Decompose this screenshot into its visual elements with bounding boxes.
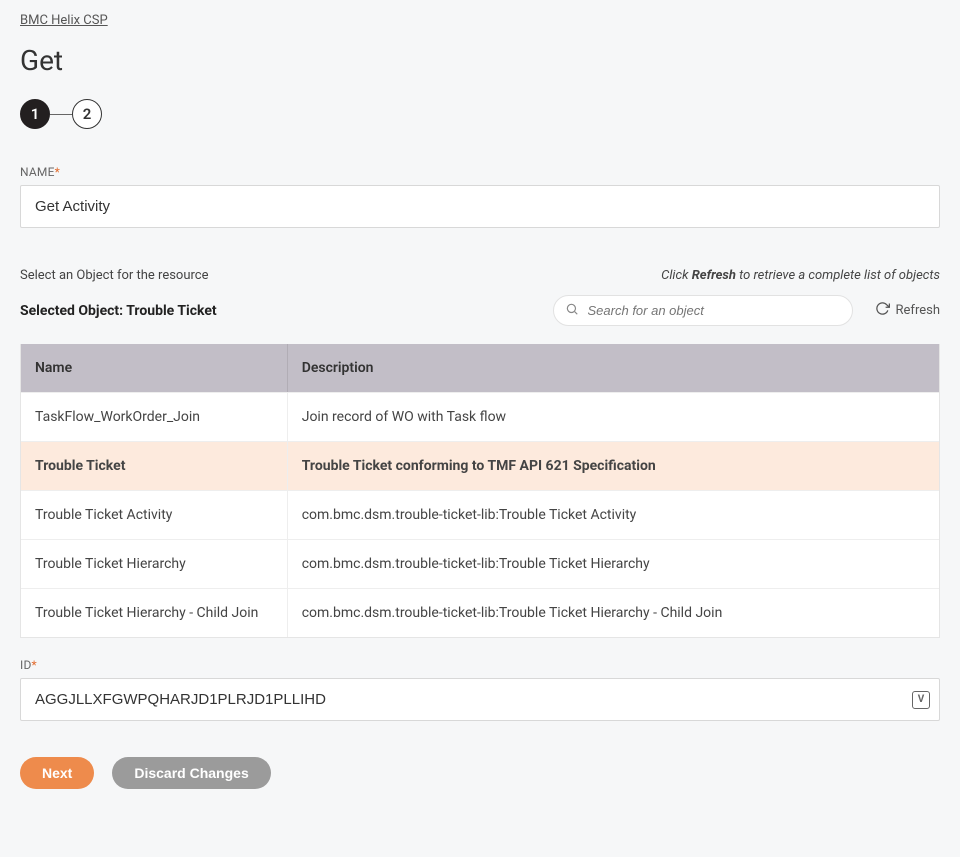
col-header-name[interactable]: Name (21, 344, 287, 392)
name-input[interactable] (20, 185, 940, 228)
cell-name: Trouble Ticket Hierarchy - Child Join (21, 589, 287, 638)
cell-desc: com.bmc.dsm.trouble-ticket-lib:Trouble T… (287, 589, 939, 638)
variable-icon[interactable]: V (912, 691, 930, 709)
refresh-hint: Click Refresh to retrieve a complete lis… (661, 268, 940, 283)
refresh-icon (875, 301, 890, 320)
table-row[interactable]: Trouble Ticket Hierarchy - Child Joincom… (21, 589, 939, 638)
cell-name: Trouble Ticket (21, 442, 287, 491)
col-header-desc[interactable]: Description (287, 344, 939, 392)
discard-button[interactable]: Discard Changes (112, 757, 270, 789)
refresh-button[interactable]: Refresh (875, 301, 940, 320)
next-button[interactable]: Next (20, 757, 94, 789)
refresh-label: Refresh (896, 303, 940, 318)
cell-desc: com.bmc.dsm.trouble-ticket-lib:Trouble T… (287, 540, 939, 589)
search-icon (565, 302, 579, 320)
cell-desc: Trouble Ticket conforming to TMF API 621… (287, 442, 939, 491)
step-1[interactable]: 1 (20, 99, 50, 129)
search-input[interactable] (553, 295, 853, 326)
page-title: Get (20, 44, 940, 77)
table-row[interactable]: Trouble Ticket Activitycom.bmc.dsm.troub… (21, 491, 939, 540)
step-line (50, 114, 72, 115)
cell-desc: com.bmc.dsm.trouble-ticket-lib:Trouble T… (287, 491, 939, 540)
name-label: NAME* (20, 165, 940, 179)
cell-name: Trouble Ticket Hierarchy (21, 540, 287, 589)
breadcrumb-link[interactable]: BMC Helix CSP (20, 13, 108, 28)
object-prompt: Select an Object for the resource (20, 268, 209, 283)
object-table: Name Description TaskFlow_WorkOrder_Join… (20, 344, 940, 638)
cell-name: TaskFlow_WorkOrder_Join (21, 393, 287, 442)
cell-desc: Join record of WO with Task flow (287, 393, 939, 442)
id-input[interactable] (20, 678, 940, 721)
id-label: ID* (20, 658, 940, 672)
table-row[interactable]: Trouble TicketTrouble Ticket conforming … (21, 442, 939, 491)
cell-name: Trouble Ticket Activity (21, 491, 287, 540)
stepper: 1 2 (20, 99, 940, 129)
step-2[interactable]: 2 (72, 99, 102, 129)
table-row[interactable]: Trouble Ticket Hierarchycom.bmc.dsm.trou… (21, 540, 939, 589)
selected-object-label: Selected Object: Trouble Ticket (20, 303, 217, 319)
table-row[interactable]: TaskFlow_WorkOrder_JoinJoin record of WO… (21, 393, 939, 442)
